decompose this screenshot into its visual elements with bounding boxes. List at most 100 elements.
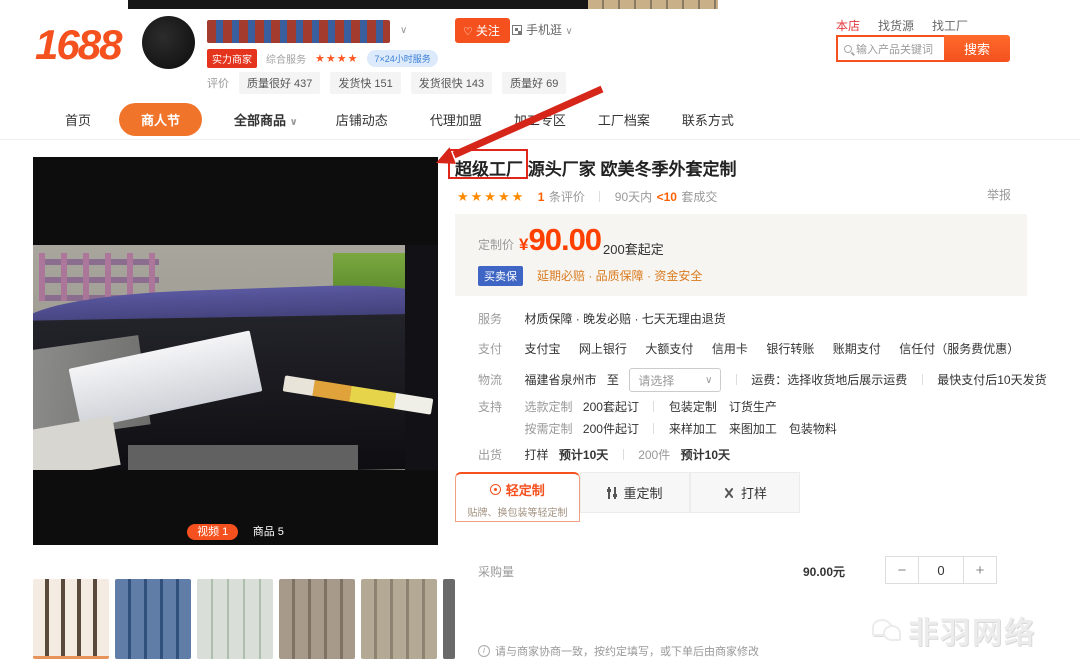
store-name-chevron-down-icon[interactable]: ∨ — [400, 25, 407, 36]
nav-merchant-festival[interactable]: 商人节 — [119, 103, 202, 136]
scope-find-factory-link[interactable]: 找工厂 — [932, 17, 968, 34]
support-moq: 200套起订 — [583, 400, 639, 414]
deal-window: 90天内 — [615, 190, 652, 204]
nav-contact[interactable]: 联系方式 — [682, 110, 734, 129]
follow-button[interactable]: 关注 — [455, 18, 510, 43]
thumbnail[interactable] — [361, 579, 437, 659]
photo-detail — [405, 245, 438, 470]
store-name-censored — [207, 20, 390, 43]
trade-assurance-badge[interactable]: 买卖保 — [478, 266, 523, 286]
search-placeholder: 输入产品关键词 — [856, 41, 933, 57]
payment-method: 账期支付 — [833, 342, 881, 356]
light-custom-icon — [490, 484, 501, 495]
store-star-rating: ★★★★ — [315, 52, 358, 65]
qr-code-icon — [512, 25, 522, 35]
note-text: 请与商家协商一致，按约定填写，或下单后由商家修改 — [495, 646, 759, 658]
service-row: 服务 材质保障 · 晚发必赔 · 七天无理由退货 — [478, 310, 726, 328]
deal-count: <10 — [657, 190, 677, 204]
support-row: 支持 选款定制 200套起订 包装定制 订货生产 — [478, 398, 777, 416]
info-icon — [478, 645, 490, 657]
photo-censored-strip — [128, 445, 358, 470]
purchase-label: 采购量 — [478, 563, 514, 580]
report-link[interactable]: 举报 — [987, 186, 1011, 203]
tab-sampling[interactable]: 打样 — [690, 472, 800, 513]
thumbnail[interactable] — [33, 579, 109, 659]
guarantee-text[interactable]: 延期必赔 · 品质保障 · 资金安全 — [537, 267, 702, 284]
search-input[interactable]: 输入产品关键词 — [836, 35, 944, 62]
service-hours-badge: 7×24小时服务 — [367, 50, 437, 67]
thumbnail-strip — [33, 579, 453, 661]
video-count-badge[interactable]: 视频 1 — [187, 524, 238, 540]
payment-method: 银行转账 — [766, 342, 814, 356]
payment-row: 支付 支付宝 网上银行 大额支付 信用卡 银行转账 账期支付 信任付（服务费优惠… — [478, 340, 1033, 358]
scope-this-shop-link[interactable]: 本店 — [836, 17, 860, 34]
site-logo[interactable]: 1688 — [35, 21, 120, 69]
support-options: 来样加工 来图加工 包装物料 — [669, 422, 837, 436]
product-star-rating: ★★★★★ — [457, 189, 525, 204]
nav-chevron-down-icon: ∨ — [290, 117, 298, 128]
rating-pill[interactable]: 发货快151 — [330, 72, 400, 94]
item-count-badge[interactable]: 商品 5 — [253, 526, 284, 538]
tab-subtitle: 贴牌、换包装等轻定制 — [456, 504, 579, 519]
logistics-row: 物流 福建省泉州市 至 请选择∨ 运费：选择收货地后展示运费 最快支付后10天发… — [478, 368, 1047, 392]
store-badges-row: 实力商家 综合服务 ★★★★ 7×24小时服务 — [207, 49, 438, 68]
watermark: 非羽网络 — [872, 608, 1036, 652]
nav-home[interactable]: 首页 — [65, 110, 91, 129]
review-row: ★★★★★ 1 条评价 90天内 <10 套成交 — [457, 188, 717, 206]
nav-all-products[interactable]: 全部商品 ∨ — [234, 110, 298, 129]
product-main-image[interactable]: 视频 1 商品 5 — [33, 157, 438, 545]
divider — [599, 191, 600, 202]
page: 1688 ∨ 实力商家 综合服务 ★★★★ 7×24小时服务 评价 质量很好43… — [0, 0, 1080, 672]
rating-pill[interactable]: 质量很好437 — [239, 72, 320, 94]
quantity-stepper: − 0 + — [885, 556, 997, 584]
payment-method: 信任付（服务费优惠） — [899, 342, 1019, 356]
thumbnail[interactable] — [279, 579, 355, 659]
qty-plus-button[interactable]: + — [963, 556, 997, 584]
nav-shop-updates[interactable]: 店铺动态 — [336, 110, 388, 129]
service-score-label: 综合服务 — [266, 51, 306, 66]
support-moq: 200件起订 — [583, 422, 639, 436]
divider — [653, 423, 654, 434]
printer-photo — [33, 245, 438, 470]
tab-light-custom[interactable]: 轻定制 贴牌、换包装等轻定制 — [455, 472, 580, 522]
divider — [736, 374, 737, 385]
service-text: 材质保障 · 晚发必赔 · 七天无理由退货 — [524, 312, 725, 326]
payment-method: 信用卡 — [712, 342, 748, 356]
support-row-2: 按需定制 200件起订 来样加工 来图加工 包装物料 — [478, 420, 837, 438]
deal-suffix: 套成交 — [681, 190, 717, 204]
support-type: 按需定制 — [524, 422, 572, 436]
search-icon — [844, 45, 852, 53]
payment-method: 支付宝 — [524, 342, 560, 356]
ratings-label: 评价 — [207, 75, 229, 91]
tab-heavy-custom[interactable]: 重定制 — [580, 472, 690, 513]
support-type: 选款定制 — [524, 400, 572, 414]
thumbnail[interactable] — [115, 579, 191, 659]
store-avatar[interactable] — [142, 16, 195, 69]
destination-select[interactable]: 请选择∨ — [629, 368, 721, 392]
search-button[interactable]: 搜索 — [944, 35, 1010, 62]
sliders-icon — [607, 487, 617, 499]
thumbnail[interactable] — [197, 579, 273, 659]
gallery-badges: 视频 1 商品 5 — [33, 522, 438, 540]
support-options: 包装定制 订货生产 — [669, 400, 777, 414]
dispatch-text: 最快支付后10天发货 — [937, 373, 1046, 387]
ship-from: 福建省泉州市 — [524, 373, 596, 387]
unit-price: 90.00元 — [755, 563, 845, 580]
payment-method: 大额支付 — [645, 342, 693, 356]
bulk-eta: 预计10天 — [681, 448, 730, 462]
thumbnail[interactable] — [443, 579, 455, 659]
price-label: 定制价 — [478, 236, 514, 253]
qty-value[interactable]: 0 — [919, 556, 963, 584]
mobile-browse-link[interactable]: 手机逛 ∨ — [512, 21, 573, 38]
delivery-row: 出货 打样 预计10天 200件 预计10天 — [478, 446, 730, 464]
review-suffix[interactable]: 条评价 — [549, 190, 585, 204]
divider — [922, 374, 923, 385]
chat-bubbles-icon — [872, 619, 902, 643]
annotation-arrow — [432, 84, 612, 172]
scope-find-source-link[interactable]: 找货源 — [878, 17, 914, 34]
note-row: 请与商家协商一致，按约定填写，或下单后由商家修改 — [478, 642, 759, 660]
qty-minus-button[interactable]: − — [885, 556, 919, 584]
mobile-chevron-down-icon: ∨ — [565, 26, 572, 37]
search-bar: 输入产品关键词 搜索 — [836, 35, 1010, 62]
review-count[interactable]: 1 — [538, 190, 545, 204]
